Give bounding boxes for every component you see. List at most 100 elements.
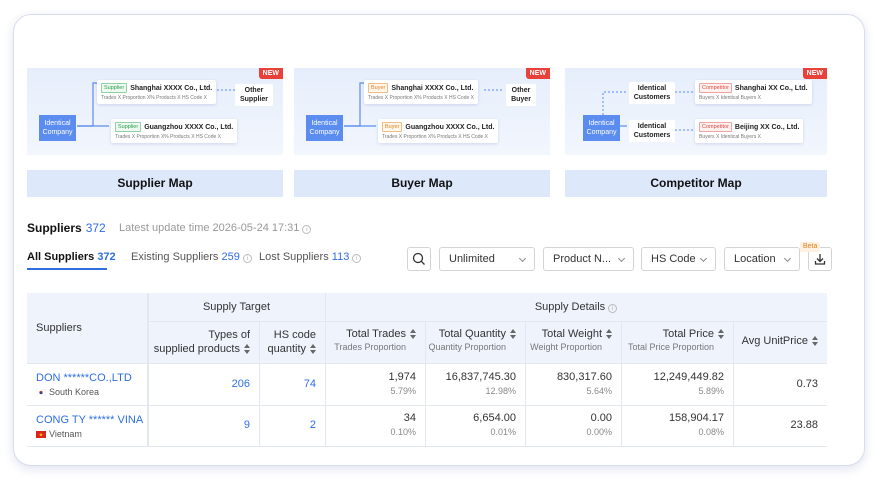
- chevron-down-icon: [783, 254, 792, 263]
- weight-pct: 5.64%: [586, 386, 612, 396]
- location-select[interactable]: Location: [724, 247, 800, 271]
- quantity-proportion-label: Quantity Proportion: [428, 342, 506, 352]
- entity-name: Guangzhou XXXX Co., Ltd.: [405, 123, 495, 131]
- types-count-link[interactable]: 206: [148, 378, 250, 390]
- column-header-hs-code[interactable]: HS code quantity: [259, 321, 325, 363]
- total-price-label: Total Price: [662, 328, 714, 340]
- update-time: Latest update time 2026-05-24 17:31 i: [119, 222, 312, 234]
- buyer-entity-2: Buyer Guangzhou XXXX Co., Ltd. Trades X P…: [378, 119, 499, 143]
- hs-count-link[interactable]: 2: [259, 419, 316, 431]
- sort-icon[interactable]: [606, 329, 612, 340]
- quantity-pct: 0.01%: [490, 427, 516, 437]
- table-row-1-supplier: DON ******CO.,LTD South Korea: [36, 372, 132, 398]
- supplier-country: Vietnam: [36, 429, 82, 439]
- header-supply-target: Supply Target: [148, 293, 325, 321]
- info-icon[interactable]: i: [352, 254, 362, 263]
- supplier-entity-1: Supplier Shanghai XXXX Co., Ltd. Trades X…: [97, 80, 217, 104]
- tab-label: All Suppliers: [27, 251, 95, 263]
- supplier-map-button[interactable]: Supplier Map: [27, 170, 283, 197]
- weight-value: 0.00: [590, 412, 612, 424]
- country-name: Vietnam: [49, 429, 82, 439]
- info-icon[interactable]: i: [242, 254, 252, 263]
- hs-code-value: HS Code: [651, 253, 696, 265]
- new-badge: NEW: [525, 68, 550, 79]
- column-header-total-trades[interactable]: Total Trades Trades Proportion: [325, 321, 425, 363]
- entity-stats: Trades X Proportion X% Products X HS Cod…: [101, 95, 207, 101]
- column-header-total-quantity[interactable]: Total Quantity Quantity Proportion: [425, 321, 525, 363]
- row-2-avg-price: 23.88: [790, 419, 818, 431]
- quantity-value: 16,837,745.30: [445, 371, 516, 383]
- supply-details-label: Supply Details: [534, 301, 606, 313]
- supplier-map-card[interactable]: Identical Company Supplier Shanghai XXXX …: [27, 68, 283, 197]
- tab-count: 259: [221, 251, 240, 263]
- suppliers-table: Suppliers Supply Target Supply Details i …: [27, 280, 827, 447]
- price-pct: 5.89%: [698, 386, 724, 396]
- hs-header-line2: quantity: [267, 343, 306, 355]
- south-korea-flag-icon: [36, 389, 46, 396]
- types-count-link[interactable]: 9: [148, 419, 250, 431]
- tab-lost-suppliers[interactable]: Lost Suppliers 113 i: [259, 251, 362, 263]
- header-suppliers-cell: Suppliers: [27, 293, 148, 363]
- column-header-types[interactable]: Types of supplied products: [148, 321, 259, 363]
- entity-stats: Buyers X Identical Buyers X: [699, 95, 761, 101]
- total-weight-label: Total Weight: [541, 328, 602, 340]
- hs-count-link[interactable]: 74: [259, 378, 316, 390]
- identical-company-node: Identical Company: [583, 115, 620, 141]
- sort-icon[interactable]: [812, 336, 818, 347]
- entity-name: Shanghai XX Co., Ltd.: [734, 84, 808, 92]
- entity-stats: Trades X Proportion X% Products X HS Cod…: [382, 134, 488, 140]
- buyer-map-button[interactable]: Buyer Map: [294, 170, 550, 197]
- tab-count: 372: [97, 251, 116, 263]
- supplier-name-link[interactable]: DON ******CO.,LTD: [36, 372, 132, 384]
- search-button[interactable]: [407, 247, 431, 271]
- hs-code-select[interactable]: HS Code: [641, 247, 716, 271]
- sort-icon[interactable]: [718, 329, 724, 340]
- sort-icon[interactable]: [510, 329, 516, 340]
- tab-label: Existing Suppliers: [131, 251, 219, 263]
- entity-name: Beijing XX Co., Ltd.: [734, 123, 800, 131]
- new-badge: NEW: [802, 68, 827, 79]
- column-header-total-price[interactable]: Total Price Total Price Proportion: [621, 321, 733, 363]
- divider: [27, 405, 827, 406]
- column-header-avg-price[interactable]: Avg UnitPrice: [733, 321, 827, 363]
- column-header-suppliers: Suppliers: [36, 322, 82, 334]
- row-2-weight: 0.00 0.00%: [525, 412, 612, 437]
- info-icon[interactable]: i: [302, 225, 312, 234]
- buyer-map-card[interactable]: Identical Company Buyer Shanghai XXXX Co.…: [294, 68, 550, 197]
- row-2-trades: 34 0.10%: [325, 412, 416, 437]
- weight-value: 830,317.60: [556, 371, 612, 383]
- trades-value: 1,974: [388, 371, 416, 383]
- sort-icon[interactable]: [244, 344, 250, 355]
- total-trades-label: Total Trades: [346, 328, 406, 340]
- avg-price-label: Avg UnitPrice: [741, 335, 808, 347]
- identical-customers-node-2: Identical Customers: [629, 120, 675, 142]
- country-name: South Korea: [49, 387, 100, 397]
- vietnam-flag-icon: [36, 431, 46, 438]
- product-select[interactable]: Product N...: [543, 247, 634, 271]
- quantity-pct: 12.98%: [485, 386, 516, 396]
- row-1-price: 12,249,449.82 5.89%: [621, 371, 724, 396]
- buyer-tag: Buyer: [368, 83, 389, 93]
- identical-company-node: Identical Company: [39, 115, 76, 141]
- tab-all-suppliers[interactable]: All Suppliers 372: [27, 251, 116, 263]
- row-1-trades: 1,974 5.79%: [325, 371, 416, 396]
- supplier-name-link[interactable]: CONG TY ****** VINA: [36, 414, 143, 426]
- row-1-weight: 830,317.60 5.64%: [525, 371, 612, 396]
- divider: [27, 363, 827, 364]
- beta-badge: Beta: [800, 242, 821, 252]
- info-icon[interactable]: i: [608, 304, 618, 313]
- price-pct: 0.08%: [698, 427, 724, 437]
- tab-existing-suppliers[interactable]: Existing Suppliers 259 i: [131, 251, 252, 263]
- sort-icon[interactable]: [310, 344, 316, 355]
- tab-label: Lost Suppliers: [259, 251, 329, 263]
- map-cards-row: Identical Company Supplier Shanghai XXXX …: [27, 68, 827, 198]
- sort-icon[interactable]: [410, 329, 416, 340]
- chevron-down-icon: [518, 254, 527, 263]
- competitor-entity-1: Competitor Shanghai XX Co., Ltd. Buyers X…: [695, 80, 812, 104]
- supplier-tag: Supplier: [101, 83, 128, 93]
- column-header-total-weight[interactable]: Total Weight Weight Proportion: [525, 321, 621, 363]
- competitor-map-button[interactable]: Competitor Map: [565, 170, 827, 197]
- competitor-map-card[interactable]: Identical Company Identical Customers Id…: [565, 68, 827, 197]
- time-range-select[interactable]: Unlimited: [439, 247, 535, 271]
- entity-stats: Buyers X Identical Buyers X: [699, 134, 761, 140]
